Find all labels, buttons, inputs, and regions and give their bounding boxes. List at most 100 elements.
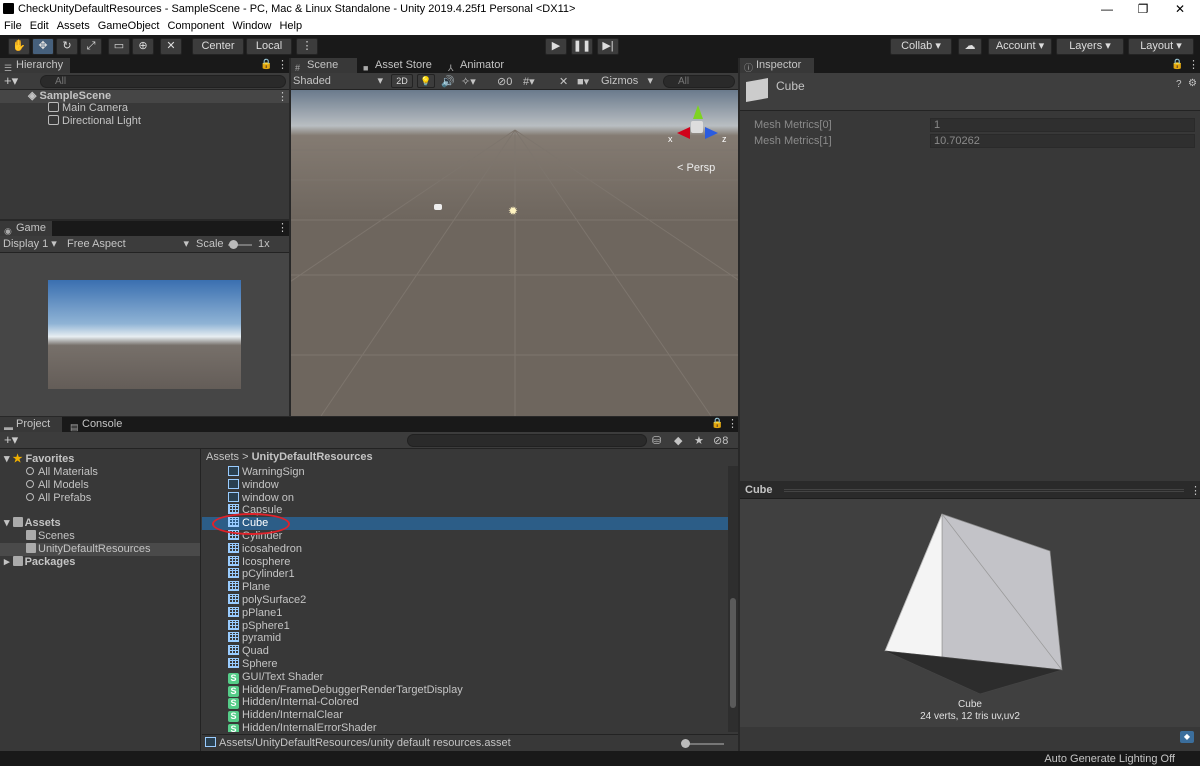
menu-window[interactable]: Window bbox=[228, 18, 275, 32]
panel-menu-icon[interactable]: ⋮ bbox=[277, 58, 288, 71]
tab-game[interactable]: ◉ Game bbox=[0, 221, 52, 236]
tab-inspector[interactable]: ⓘ Inspector bbox=[740, 58, 814, 73]
transform-tool-icon[interactable]: ⊕ bbox=[132, 38, 154, 55]
rotate-tool-icon[interactable]: ↻ bbox=[56, 38, 78, 55]
file-row[interactable]: WarningSign bbox=[202, 466, 728, 479]
help-icon[interactable]: ? bbox=[1176, 79, 1182, 90]
collab-button[interactable]: Collab ▾ bbox=[890, 38, 952, 55]
lock-icon[interactable]: 🔒 bbox=[260, 59, 272, 70]
scale-slider-thumb[interactable] bbox=[229, 240, 238, 249]
tools-icon[interactable]: ✕ bbox=[559, 75, 568, 88]
tree-favorites[interactable]: ▾ ★ Favorites bbox=[4, 453, 74, 466]
hand-tool-icon[interactable]: ✋ bbox=[8, 38, 30, 55]
icon-size-slider-thumb[interactable] bbox=[681, 739, 690, 748]
tree-scenes[interactable]: Scenes bbox=[26, 530, 75, 543]
tree-unitydefaultresources[interactable]: UnityDefaultResources bbox=[0, 543, 200, 556]
file-row[interactable]: pPlane1 bbox=[202, 606, 728, 620]
gizmo-center[interactable] bbox=[691, 121, 703, 133]
file-row[interactable]: Quad bbox=[202, 645, 728, 658]
space-local-button[interactable]: Local bbox=[246, 38, 292, 55]
menu-edit[interactable]: Edit bbox=[26, 18, 53, 32]
project-search-input[interactable] bbox=[407, 434, 647, 447]
tab-scene[interactable]: # Scene bbox=[291, 58, 357, 73]
scale-tool-icon[interactable]: ⤢ bbox=[80, 38, 102, 55]
pivot-center-button[interactable]: Center bbox=[192, 38, 244, 55]
preview-viewport[interactable]: Cube 24 verts, 12 tris uv,uv2 bbox=[740, 499, 1200, 727]
tree-assets[interactable]: ▾ Assets bbox=[4, 517, 61, 530]
menu-file[interactable]: File bbox=[0, 18, 26, 32]
grid-snap-icon[interactable]: #▾ bbox=[523, 75, 535, 88]
breadcrumb-assets[interactable]: Assets bbox=[206, 451, 239, 463]
menu-help[interactable]: Help bbox=[275, 18, 306, 32]
file-row[interactable]: Cylinder bbox=[202, 530, 728, 543]
minimize-button[interactable]: — bbox=[1087, 1, 1127, 17]
project-add-icon[interactable]: +▾ bbox=[4, 432, 18, 448]
scrollbar-thumb[interactable] bbox=[730, 598, 736, 708]
tree-packages[interactable]: ▸ Packages bbox=[4, 556, 75, 569]
project-menu-icon[interactable]: ⋮ bbox=[727, 417, 738, 430]
hierarchy-search-input[interactable]: All bbox=[40, 75, 286, 88]
field-value-mesh-metrics-0[interactable]: 1 bbox=[930, 118, 1195, 132]
scene-search-input[interactable]: All bbox=[663, 75, 735, 88]
preview-drag-handle[interactable] bbox=[784, 489, 1184, 492]
hierarchy-item-directional-light[interactable]: Directional Light bbox=[48, 115, 141, 128]
tab-asset-store[interactable]: ■ Asset Store bbox=[359, 58, 439, 73]
scene-row[interactable]: ◈ SampleScene bbox=[0, 90, 289, 103]
lighting-status[interactable]: Auto Generate Lighting Off bbox=[1044, 753, 1175, 765]
y-axis-cone[interactable] bbox=[693, 105, 703, 119]
file-row[interactable]: S Hidden/InternalErrorShader bbox=[202, 722, 728, 732]
tab-console[interactable]: ▤ Console bbox=[66, 417, 130, 432]
rect-tool-icon[interactable]: ▭ bbox=[108, 38, 130, 55]
hidden-objects-icon[interactable]: ⊘0 bbox=[497, 75, 512, 88]
lighting-toggle-icon[interactable]: 💡 bbox=[417, 74, 435, 88]
snap-icon[interactable]: ⋮ bbox=[296, 38, 318, 55]
layout-dropdown[interactable]: Layout ▾ bbox=[1128, 38, 1194, 55]
file-row[interactable]: S Hidden/FrameDebuggerRenderTargetDisplay bbox=[202, 684, 728, 697]
close-button[interactable]: ✕ bbox=[1160, 1, 1200, 17]
breadcrumb-current[interactable]: UnityDefaultResources bbox=[252, 451, 373, 463]
project-lock-icon[interactable]: 🔒 bbox=[711, 418, 723, 429]
move-tool-icon[interactable]: ✥ bbox=[32, 38, 54, 55]
file-row[interactable]: window bbox=[202, 478, 728, 492]
search-by-type-icon[interactable]: ⛁ bbox=[652, 434, 661, 447]
play-button[interactable]: ▶ bbox=[545, 38, 567, 55]
tree-all-models[interactable]: All Models bbox=[26, 479, 89, 492]
field-value-mesh-metrics-1[interactable]: 10.70262 bbox=[930, 134, 1195, 148]
hierarchy-item-main-camera[interactable]: Main Camera bbox=[48, 102, 128, 115]
asset-label-icon[interactable]: ◆ bbox=[1180, 731, 1194, 743]
account-dropdown[interactable]: Account ▾ bbox=[988, 38, 1052, 55]
pause-button[interactable]: ❚❚ bbox=[571, 38, 593, 55]
file-row[interactable]: pCylinder1 bbox=[202, 568, 728, 581]
file-row[interactable]: pyramid bbox=[202, 632, 728, 645]
tab-project[interactable]: ▬ Project bbox=[0, 417, 62, 432]
z-axis-cone[interactable] bbox=[705, 127, 718, 139]
step-button[interactable]: ▶| bbox=[597, 38, 619, 55]
add-icon[interactable]: +▾ bbox=[4, 73, 18, 89]
file-row[interactable]: polySurface2 bbox=[202, 594, 728, 607]
orientation-gizmo[interactable] bbox=[677, 105, 718, 149]
shading-dropdown[interactable]: Shaded ▾ bbox=[293, 75, 385, 88]
file-row[interactable]: S Hidden/Internal-Colored bbox=[202, 696, 728, 710]
hidden-packages-icon[interactable]: ⊘8 bbox=[713, 434, 728, 447]
custom-tool-icon[interactable]: ✕ bbox=[160, 38, 182, 55]
cloud-icon[interactable]: ☁ bbox=[958, 38, 982, 55]
file-row[interactable]: Sphere bbox=[202, 658, 728, 671]
file-row[interactable]: icosahedron bbox=[202, 542, 728, 556]
tree-all-materials[interactable]: All Materials bbox=[26, 466, 98, 479]
search-by-label-icon[interactable]: ◆ bbox=[674, 434, 682, 447]
tree-all-prefabs[interactable]: All Prefabs bbox=[26, 492, 91, 505]
game-menu-icon[interactable]: ⋮ bbox=[277, 221, 288, 234]
file-row[interactable]: Icosphere bbox=[202, 555, 728, 569]
menu-assets[interactable]: Assets bbox=[53, 18, 94, 32]
file-row[interactable]: Capsule bbox=[202, 504, 728, 517]
display-dropdown[interactable]: Display 1 ▾ bbox=[3, 238, 57, 251]
file-row[interactable]: window on bbox=[202, 491, 728, 505]
x-axis-cone[interactable] bbox=[677, 127, 690, 139]
aspect-dropdown[interactable]: Free Aspect ▾ bbox=[67, 238, 191, 251]
menu-component[interactable]: Component bbox=[163, 18, 228, 32]
gizmos-dropdown[interactable]: Gizmos ▾ bbox=[601, 75, 653, 88]
file-list-scrollbar[interactable] bbox=[728, 466, 738, 732]
camera-gizmo-icon[interactable] bbox=[434, 204, 442, 210]
2d-toggle[interactable]: 2D bbox=[391, 74, 413, 88]
tab-animator[interactable]: ⅄ Animator bbox=[444, 58, 514, 73]
